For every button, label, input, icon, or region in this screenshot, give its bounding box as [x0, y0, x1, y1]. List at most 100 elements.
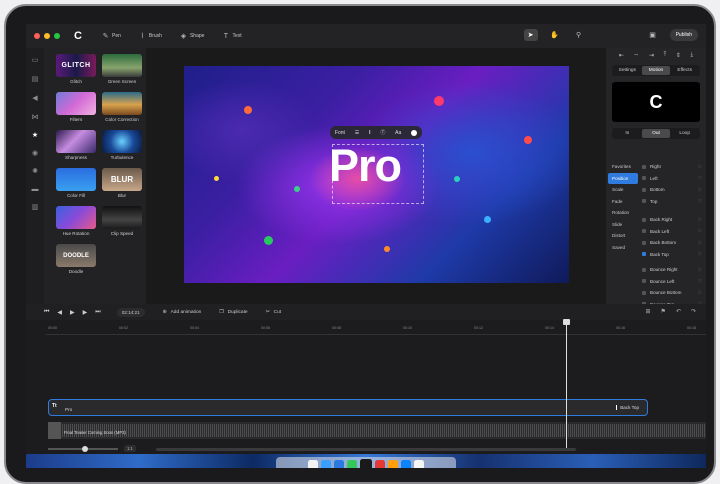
- effect-hue-rotation[interactable]: Hue Rotation: [56, 206, 96, 236]
- folder-icon[interactable]: ▭: [30, 56, 40, 64]
- gear-icon[interactable]: ✺: [30, 167, 40, 175]
- cut-button[interactable]: ✂ Cut: [266, 310, 282, 315]
- category-rotation[interactable]: Rotation: [608, 207, 638, 219]
- checkbox[interactable]: [642, 240, 646, 245]
- star-icon[interactable]: ☆: [698, 267, 702, 273]
- category-scale[interactable]: Scale: [608, 184, 638, 196]
- duplicate-button[interactable]: ❐ Duplicate: [219, 310, 247, 315]
- video-preview[interactable]: Font ☰ 𝐈 Ⓣ Aa Pro: [184, 66, 569, 283]
- select-pointer-button[interactable]: ➤: [523, 29, 538, 41]
- tab-settings[interactable]: Settings: [613, 66, 642, 75]
- align-bottom-icon[interactable]: ⤓: [691, 52, 694, 59]
- option-back-bottom[interactable]: Back Bottom ☆: [642, 237, 702, 249]
- effect-color-correction[interactable]: Color Correction: [102, 92, 142, 122]
- text-style-icon[interactable]: Ⓣ: [380, 129, 385, 136]
- step-forward-icon[interactable]: ▶: [83, 309, 88, 316]
- playhead[interactable]: [563, 319, 570, 448]
- effect-clip-speed[interactable]: Clip Speed: [102, 206, 142, 236]
- effect-blur[interactable]: BLUR Blur: [102, 168, 142, 198]
- photos-icon[interactable]: [388, 459, 398, 468]
- effect-sharpness[interactable]: Sharpness: [56, 130, 96, 160]
- category-fade[interactable]: Fade: [608, 196, 638, 208]
- star-icon[interactable]: ☆: [698, 217, 702, 223]
- option-back-left[interactable]: Back Left ☆: [642, 226, 702, 238]
- effect-doodle[interactable]: DOODLE Doodle: [56, 244, 96, 274]
- split-icon[interactable]: ⊞: [646, 308, 651, 315]
- star-icon[interactable]: ☆: [698, 251, 702, 257]
- tool-text[interactable]: T Text: [222, 33, 242, 40]
- tab-in[interactable]: In: [613, 129, 642, 138]
- option-right[interactable]: Right ☆: [642, 161, 702, 173]
- category-favorites[interactable]: Favorites: [608, 161, 638, 173]
- align-icon[interactable]: ☰: [355, 130, 359, 136]
- align-top-icon[interactable]: ⤒: [664, 52, 667, 59]
- stickers-icon[interactable]: ◉: [30, 149, 40, 157]
- publish-button[interactable]: Publish: [669, 29, 698, 41]
- add-animation-button[interactable]: ⊕ Add animation: [163, 310, 202, 315]
- star-icon[interactable]: ☆: [698, 175, 702, 181]
- checkbox[interactable]: [642, 267, 646, 272]
- safari-icon[interactable]: [321, 459, 331, 468]
- align-right-icon[interactable]: ⇥: [649, 52, 654, 59]
- effect-filters[interactable]: Filters: [56, 92, 96, 122]
- star-icon[interactable]: ☆: [698, 240, 702, 246]
- category-slide[interactable]: Slide: [608, 219, 638, 231]
- option-back-top[interactable]: Back Top ☆: [642, 249, 702, 261]
- appstore-icon[interactable]: [401, 459, 411, 468]
- audio-icon[interactable]: ◀: [30, 94, 40, 102]
- mail-icon[interactable]: [334, 459, 344, 468]
- option-back-right[interactable]: Back Right ☆: [642, 214, 702, 226]
- tab-out[interactable]: Out: [641, 129, 671, 138]
- category-position[interactable]: Position: [608, 172, 638, 184]
- checkbox-checked[interactable]: [642, 252, 646, 257]
- align-center-v-icon[interactable]: ⇕: [676, 52, 681, 59]
- messages-icon[interactable]: [347, 459, 357, 468]
- checkbox[interactable]: [642, 217, 646, 222]
- checkbox[interactable]: [642, 229, 646, 234]
- timeline-scrollbar[interactable]: [156, 448, 576, 451]
- audio-track-clip[interactable]: Final Teaser Coming Soon (MP3): [48, 422, 706, 439]
- zoom-tool-button[interactable]: ⚲: [572, 29, 586, 41]
- play-icon[interactable]: ▶: [70, 309, 75, 316]
- category-saved[interactable]: Saved: [608, 242, 638, 254]
- color-picker-icon[interactable]: [411, 129, 418, 136]
- zoom-window-button[interactable]: [54, 33, 60, 39]
- youtube-icon[interactable]: [375, 459, 385, 468]
- font-button[interactable]: Font: [335, 130, 345, 136]
- effect-turbulence[interactable]: Turbulence: [102, 130, 142, 160]
- captions-icon[interactable]: ▬: [30, 185, 40, 193]
- finder-icon[interactable]: [308, 459, 318, 468]
- tab-effects[interactable]: Effects: [670, 66, 699, 75]
- checkbox[interactable]: [642, 164, 646, 169]
- checkbox[interactable]: [642, 176, 646, 181]
- checkbox[interactable]: [642, 279, 646, 284]
- option-top[interactable]: Top ☆: [642, 196, 702, 208]
- text-track-clip[interactable]: Tt Pro Back Top: [48, 399, 648, 416]
- star-icon[interactable]: ☆: [698, 198, 702, 204]
- hand-tool-button[interactable]: ✋: [548, 29, 562, 41]
- flag-icon[interactable]: ⚑: [661, 308, 666, 315]
- redo-icon[interactable]: ↷: [691, 308, 696, 315]
- timecode-display[interactable]: 02:14:21: [116, 307, 145, 317]
- tool-pen[interactable]: ✎ Pen: [102, 33, 121, 40]
- star-icon[interactable]: ☆: [698, 187, 702, 193]
- close-window-button[interactable]: [34, 33, 40, 39]
- export-button[interactable]: ▣: [646, 29, 660, 41]
- checkbox[interactable]: [642, 290, 646, 295]
- tool-brush[interactable]: ⌇ Brush: [139, 33, 162, 40]
- zoom-slider[interactable]: [48, 445, 118, 452]
- effect-green-screen[interactable]: Green Screen: [102, 54, 142, 84]
- effects-star-icon[interactable]: ★: [30, 131, 40, 139]
- checkbox[interactable]: [642, 187, 646, 192]
- templates-icon[interactable]: ▥: [30, 203, 40, 211]
- minimize-window-button[interactable]: [44, 33, 50, 39]
- align-center-h-icon[interactable]: ⇔: [633, 52, 639, 59]
- overlay-text[interactable]: Pro: [329, 140, 402, 192]
- tab-motion[interactable]: Motion: [641, 66, 671, 75]
- skip-start-icon[interactable]: ⏮: [44, 309, 49, 316]
- align-left-icon[interactable]: ⇤: [619, 52, 624, 59]
- star-icon[interactable]: ☆: [698, 290, 702, 296]
- checkbox[interactable]: [642, 199, 646, 204]
- zoom-value[interactable]: 1:1: [124, 445, 136, 452]
- tab-loop[interactable]: Loop: [670, 129, 699, 138]
